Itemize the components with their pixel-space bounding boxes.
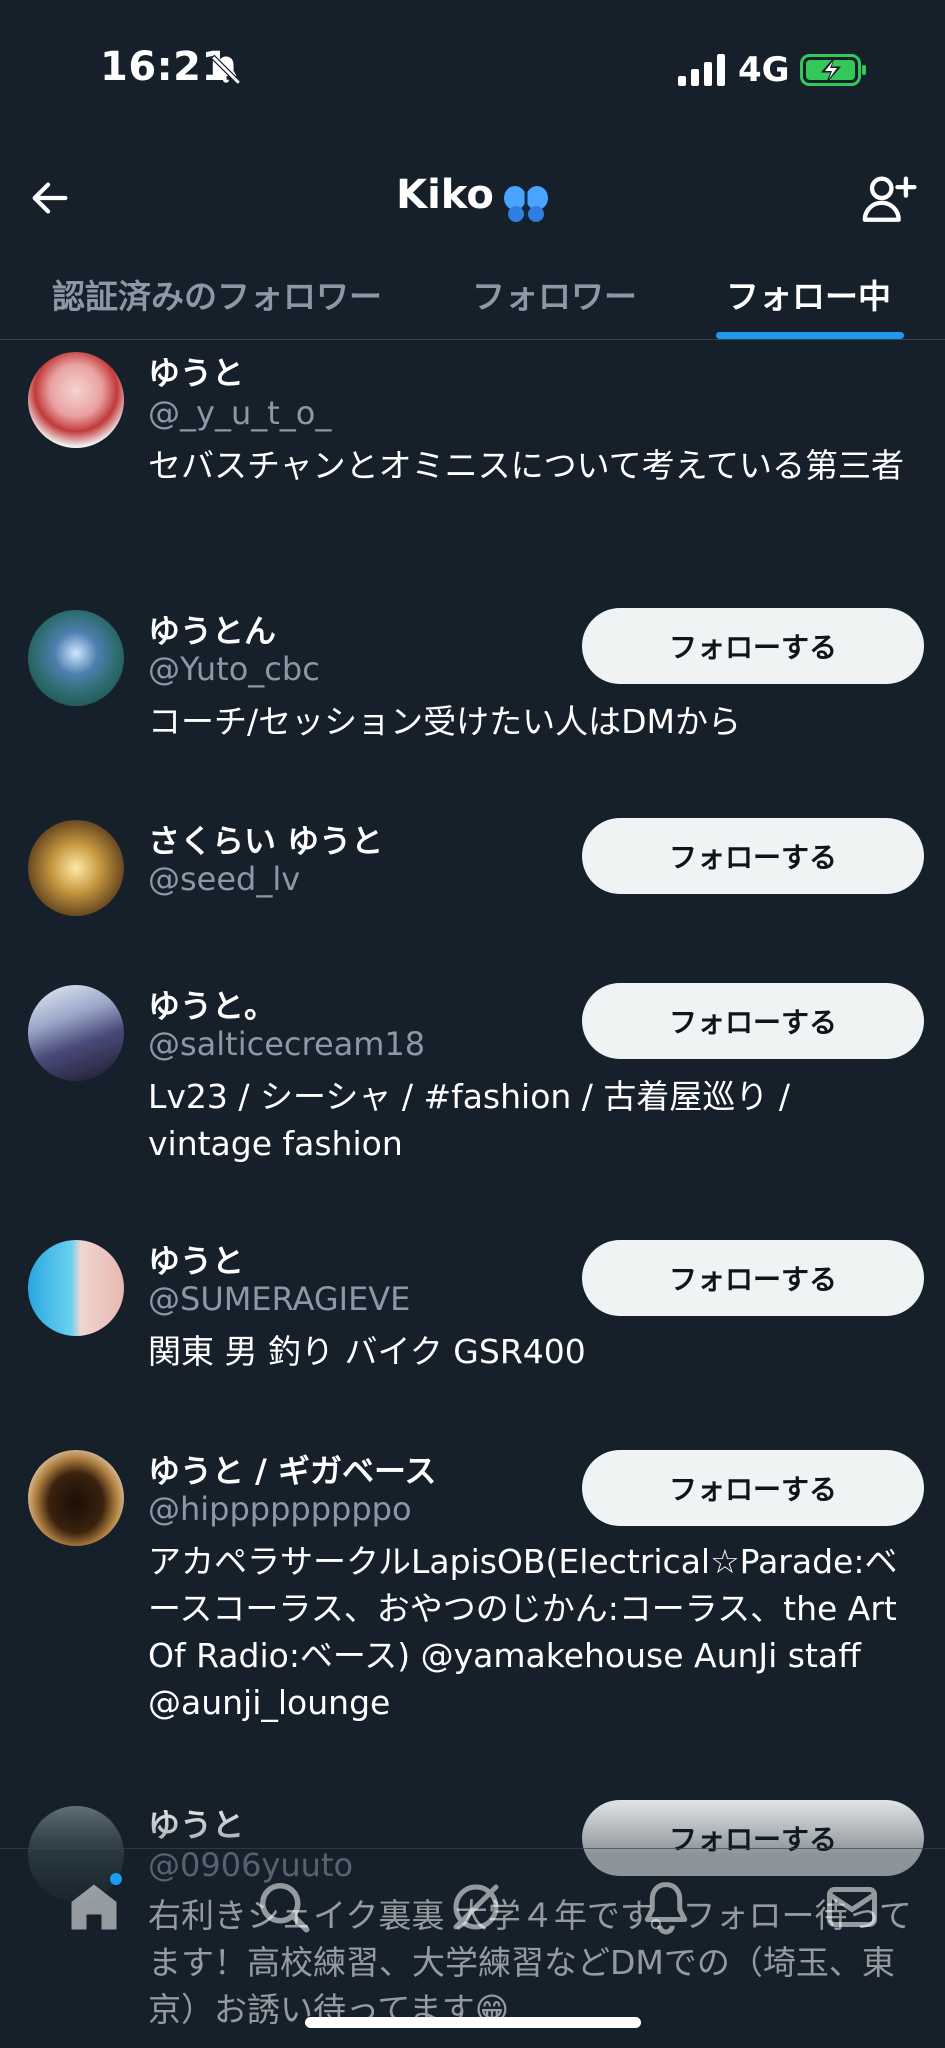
network-label: 4G xyxy=(738,50,790,90)
user-bio: コーチ/セッション受けたい人はDMから xyxy=(148,702,742,741)
user-handle: @Yuto_cbc xyxy=(148,650,320,688)
tab-verified-followers[interactable]: 認証済みのフォロワー xyxy=(52,270,382,318)
bell-slash-icon xyxy=(210,54,242,86)
bottom-nav xyxy=(0,1848,945,1968)
user-name: ゆうと xyxy=(148,1806,245,1844)
header: Kiko xyxy=(0,140,945,248)
user-name: ゆうと xyxy=(148,354,245,392)
avatar[interactable] xyxy=(28,1240,124,1336)
follow-button[interactable]: フォローする xyxy=(582,608,924,684)
home-icon[interactable] xyxy=(64,1877,124,1937)
avatar[interactable] xyxy=(28,352,124,448)
tab-bar: 認証済みのフォロワー フォロワー フォロー中 xyxy=(0,248,945,340)
user-name: ゆうとん xyxy=(148,612,277,650)
butterfly-emoji-icon xyxy=(503,185,548,222)
user-handle: @SUMERAGIEVE xyxy=(148,1280,411,1318)
header-title: Kiko xyxy=(0,172,945,224)
user-name: ゆうと / ギガベース xyxy=(148,1452,437,1490)
screen: 16:21 4G Kiko 認証済みのフォロワー フォロワー フォロー中 ゆうと… xyxy=(0,0,945,2048)
notification-dot xyxy=(110,1873,122,1885)
user-handle: @hipppppppppo xyxy=(148,1490,412,1528)
user-bio: アカペラサークルLapisOB(Electrical☆Parade:ベースコーラ… xyxy=(148,1542,898,1722)
status-bar: 16:21 4G xyxy=(0,0,945,140)
messages-icon[interactable] xyxy=(822,1877,882,1937)
tab-following[interactable]: フォロー中 xyxy=(726,270,891,318)
follow-button[interactable]: フォローする xyxy=(582,1450,924,1526)
follow-button[interactable]: フォローする xyxy=(582,818,924,894)
follow-button[interactable]: フォローする xyxy=(582,1240,924,1316)
add-user-button[interactable] xyxy=(857,166,921,230)
avatar[interactable] xyxy=(28,820,124,916)
home-indicator xyxy=(305,2017,641,2028)
tab-followers[interactable]: フォロワー xyxy=(472,270,637,318)
avatar[interactable] xyxy=(28,610,124,706)
spaces-icon[interactable] xyxy=(446,1877,506,1937)
battery-charging-icon xyxy=(800,54,866,86)
user-bio: セバスチャンとオミニスについて考えている第三者 xyxy=(148,446,905,485)
signal-icon xyxy=(678,54,725,86)
avatar[interactable] xyxy=(28,1450,124,1546)
notifications-icon[interactable] xyxy=(636,1877,696,1937)
user-bio: Lv23 / シーシャ / #fashion / 古着屋巡り / vintage… xyxy=(148,1077,791,1163)
follow-button[interactable]: フォローする xyxy=(582,983,924,1059)
person-plus-icon xyxy=(862,176,917,222)
search-icon[interactable] xyxy=(254,1877,314,1937)
user-handle: @seed_lv xyxy=(148,860,301,898)
user-name: ゆうと。 xyxy=(148,987,277,1025)
avatar[interactable] xyxy=(28,985,124,1081)
user-bio: 関東 男 釣り バイク GSR400 xyxy=(148,1332,586,1371)
user-handle: @_y_u_t_o_ xyxy=(148,394,332,432)
active-tab-indicator xyxy=(716,332,904,339)
user-name: ゆうと xyxy=(148,1242,245,1280)
page-title: Kiko xyxy=(396,172,494,218)
user-name: さくらい ゆうと xyxy=(148,822,384,860)
user-handle: @salticecream18 xyxy=(148,1025,426,1063)
